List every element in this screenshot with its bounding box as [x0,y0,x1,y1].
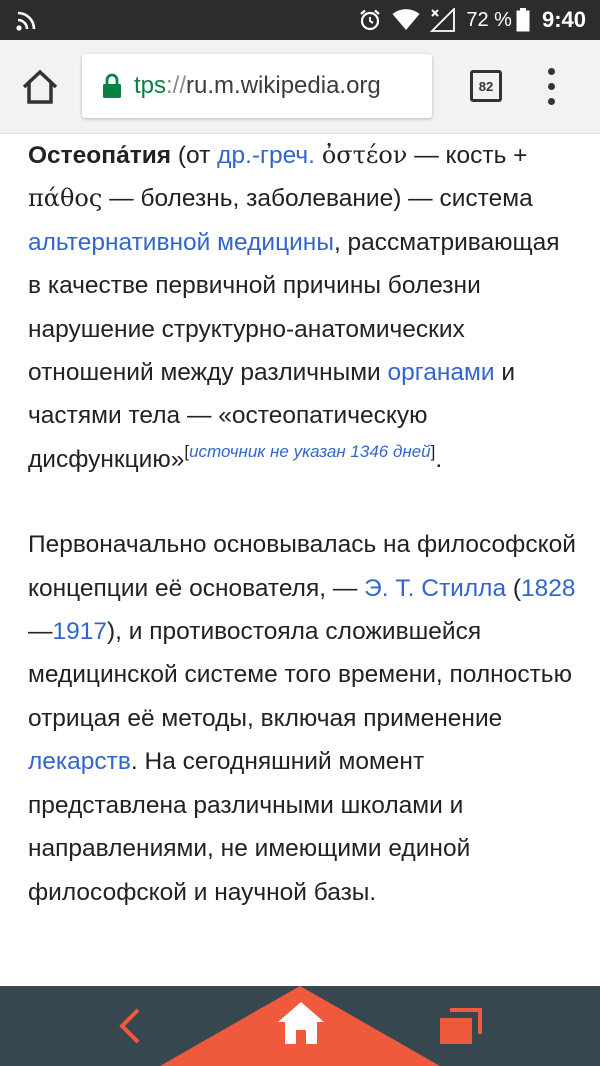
screen: 72 % 9:40 tps://ru.m.wikipedia.org 82 О… [0,0,600,1066]
link-still[interactable]: Э. Т. Стилла [364,575,506,602]
text-segment [315,142,322,169]
link-organs[interactable]: органами [388,359,495,386]
text-segment: ), и противостояла сложившейся медицинск… [28,618,572,732]
status-bar: 72 % 9:40 [0,0,600,40]
greek-word-pathos: πάθος [28,184,103,213]
text-segment: . [435,445,443,473]
url-separator: :// [166,72,187,99]
clock-time: 9:40 [541,7,586,32]
battery-icon [516,8,530,32]
battery-percent: 72 % [466,8,512,31]
link-drugs[interactable]: лекарств [28,748,131,775]
url-host: ru.m.wikipedia.org [186,72,381,99]
text-segment: — [28,618,53,646]
link-alternative-medicine[interactable]: альтернативной медицины [28,229,334,256]
home-icon[interactable] [276,1000,326,1046]
citation-bracket-close: ] [430,441,436,461]
bottom-navigation-bar [0,986,600,1066]
article-paragraph-2: Первоначально основывалась на философско… [28,523,578,914]
browser-toolbar: tps://ru.m.wikipedia.org 82 [0,40,600,134]
lock-icon [103,73,121,98]
signal-icon [430,8,456,32]
article-paragraph-1: Остеопа́тия (от др.-греч. ὀστέον — кость… [28,134,578,481]
back-icon[interactable] [112,1008,148,1044]
status-icons: 72 % 9:40 [348,0,586,40]
recents-icon[interactable] [438,1006,482,1046]
alarm-icon [358,8,382,32]
tab-switcher-button[interactable]: 82 [470,70,502,102]
article-body: Остеопа́тия (от др.-греч. ὀστέον — кость… [28,134,578,914]
link-ancient-greek[interactable]: др.-греч. [217,142,315,169]
text-segment: (от [171,142,218,169]
text-segment: ( [506,574,522,602]
link-year-1828[interactable]: 1828 [521,575,576,602]
wifi-icon [392,9,420,31]
tab-count: 82 [478,78,494,94]
citation-needed: [источник не указан 1346 дней] [184,442,435,461]
article-term: Остеопа́тия [28,142,172,169]
text-segment: — кость + [407,142,528,169]
cast-icon [16,11,36,31]
link-year-1917[interactable]: 1917 [53,618,108,645]
url-bar[interactable]: tps://ru.m.wikipedia.org [82,54,432,118]
overflow-menu-icon[interactable] [540,66,564,108]
greek-word-osteon: ὀστέον [321,141,408,169]
home-icon[interactable] [20,67,60,107]
url-scheme: tps [134,72,167,99]
text-segment: — болезнь, заболевание) — система [102,185,533,213]
link-citation-needed[interactable]: источник не указан 1346 дней [189,442,431,461]
